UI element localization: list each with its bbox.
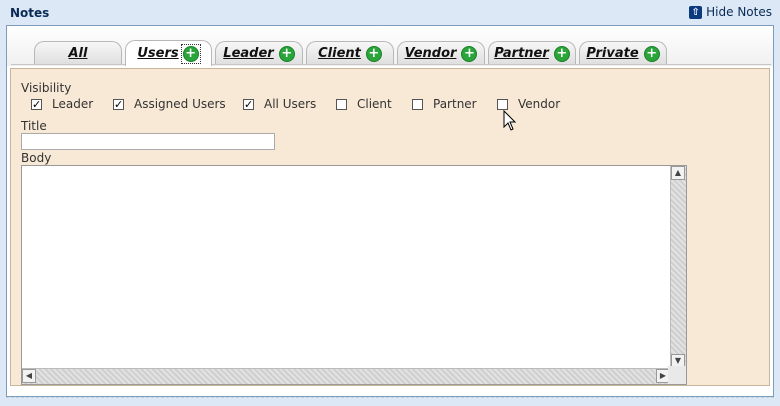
notes-panel: All Users + Leader + Client + Vendor + P… <box>6 25 774 397</box>
add-client-note-icon[interactable]: + <box>365 45 382 62</box>
vertical-scrollbar[interactable]: ▲ ▼ <box>670 166 686 368</box>
scroll-up-icon[interactable]: ▲ <box>671 166 685 180</box>
checkbox-leader[interactable]: ✓ Leader <box>31 97 93 111</box>
title-label: Title <box>21 119 47 133</box>
tab-label: Leader <box>223 46 274 61</box>
visibility-options: ✓ Leader ✓ Assigned Users ✓ All Users Cl… <box>31 97 731 113</box>
tab-strip: All Users + Leader + Client + Vendor + P… <box>7 26 773 66</box>
checkbox-box[interactable]: ✓ <box>31 98 42 110</box>
visibility-label: Visibility <box>21 81 72 95</box>
horizontal-scrollbar[interactable]: ◀ ▶ <box>22 368 670 384</box>
tab-label: Users <box>137 46 179 61</box>
tab-private[interactable]: Private + <box>579 41 667 65</box>
tab-all[interactable]: All <box>34 41 122 65</box>
checkbox-box[interactable]: ✓ <box>113 98 124 110</box>
tab-users[interactable]: Users + <box>125 40 212 66</box>
checkbox-label: All Users <box>264 97 317 111</box>
note-form: Visibility ✓ Leader ✓ Assigned Users ✓ A… <box>10 68 770 386</box>
mouse-pointer-icon <box>503 110 517 131</box>
notes-header: Notes ⇧ Hide Notes <box>0 0 780 24</box>
checkbox-box[interactable] <box>336 98 347 110</box>
tab-label: Vendor <box>404 46 457 61</box>
checkbox-box[interactable] <box>412 98 423 110</box>
checkbox-box[interactable] <box>497 98 508 110</box>
checkbox-vendor[interactable]: Vendor <box>497 97 560 111</box>
tab-label: All <box>68 46 88 61</box>
tab-leader[interactable]: Leader + <box>215 41 303 65</box>
checkbox-partner[interactable]: Partner <box>412 97 477 111</box>
tab-label: Private <box>586 46 639 61</box>
checkbox-label: Partner <box>433 97 477 111</box>
tab-client[interactable]: Client + <box>306 41 394 65</box>
add-leader-note-icon[interactable]: + <box>278 45 295 62</box>
checkbox-assigned-users[interactable]: ✓ Assigned Users <box>113 97 226 111</box>
tab-vendor[interactable]: Vendor + <box>397 41 485 65</box>
checkbox-label: Assigned Users <box>134 97 226 111</box>
panel-divider <box>6 397 774 398</box>
hide-notes-label: Hide Notes <box>706 5 772 19</box>
checkbox-label: Vendor <box>518 97 561 111</box>
scroll-left-icon[interactable]: ◀ <box>22 369 36 383</box>
arrow-up-icon: ⇧ <box>689 5 703 19</box>
tab-label: Client <box>318 46 361 61</box>
checkbox-label: Client <box>357 97 392 111</box>
scroll-corner <box>668 366 686 384</box>
checkbox-box[interactable]: ✓ <box>243 98 254 110</box>
title-input[interactable] <box>21 133 275 150</box>
checkbox-all-users[interactable]: ✓ All Users <box>243 97 316 111</box>
tab-label: Partner <box>494 46 549 61</box>
body-label: Body <box>21 151 52 165</box>
tab-partner[interactable]: Partner + <box>488 41 576 65</box>
notes-title: Notes <box>10 6 50 20</box>
body-textarea[interactable]: ▲ ▼ ◀ ▶ <box>21 165 687 385</box>
add-partner-note-icon[interactable]: + <box>553 45 570 62</box>
add-users-note-icon[interactable]: + <box>182 45 199 62</box>
hide-notes-link[interactable]: ⇧ Hide Notes <box>689 5 772 19</box>
add-vendor-note-icon[interactable]: + <box>461 45 478 62</box>
checkbox-label: Leader <box>52 97 94 111</box>
checkbox-client[interactable]: Client <box>336 97 392 111</box>
add-private-note-icon[interactable]: + <box>643 45 660 62</box>
